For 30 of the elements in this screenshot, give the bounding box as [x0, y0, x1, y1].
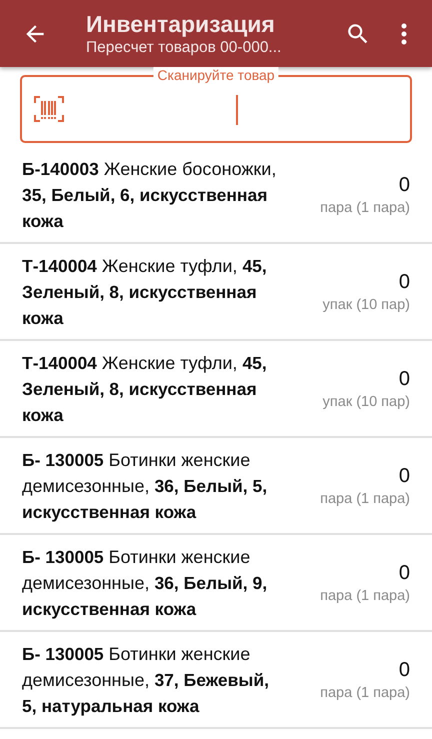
product-description: Т-140004 Женские туфли, 45, Зеленый, 8, искусственная кожа — [22, 254, 268, 330]
barcode-icon — [34, 96, 64, 122]
product-row[interactable]: Б- 130005 Ботинки женские демисезонные, 36, Белый, 9, искусственная кожа 0 пара (1 пара) — [0, 535, 432, 632]
unit-label: пара (1 пара) — [320, 586, 410, 606]
product-description: Б- 130005 Ботинки женские демисезонные, 37, Бежевый, 5, натуральная кожа — [22, 642, 270, 718]
scan-field[interactable]: Сканируйте товар — [20, 67, 412, 143]
unit-label: пара (1 пара) — [320, 198, 410, 218]
product-description: Б- 130005 Ботинки женские демисезонные, 36, Белый, 9, искусственная кожа — [22, 546, 268, 621]
screen-subtitle: Пересчет товаров 00-000... — [86, 38, 282, 58]
product-row[interactable]: Б- 130005 Ботинки женские демисезонные, 37, Бежевый, 5, натуральная кожа 0 пара (1 пара) — [0, 632, 432, 729]
quantity: 0 — [398, 172, 410, 198]
more-icon[interactable] — [401, 22, 407, 44]
unit-label: упак (10 пар) — [322, 296, 410, 314]
screen-title: Инвентаризация — [86, 10, 276, 38]
quantity: 0 — [398, 366, 410, 392]
product-row[interactable]: Б- 130005 Ботинки женские демисезонные, 36, Белый, 5, искусственная кожа 0 пара (1 пара) — [0, 438, 432, 535]
product-row[interactable]: Т-140004 Женские туфли, 45, Зеленый, 8, искусственная кожа 0 упак (10 пар) — [0, 244, 432, 341]
quantity: 0 — [398, 270, 410, 294]
unit-label: пара (1 пара) — [320, 490, 410, 508]
product-description: Б- 130005 Ботинки женские демисезонные, 36, Белый, 5, искусственная кожа — [22, 448, 268, 524]
quantity: 0 — [398, 560, 410, 586]
product-description: Б-140003 Женские босоножки, 35, Белый, 6, искусственная кожа — [22, 158, 278, 232]
unit-label: пара (1 пара) — [320, 684, 410, 702]
product-description: Т-140004 Женские туфли, 45, Зеленый, 8, искусственная кожа — [22, 352, 268, 426]
quantity: 0 — [398, 464, 410, 488]
scan-field-label: Сканируйте товар — [153, 67, 279, 83]
quantity: 0 — [398, 658, 410, 682]
product-row[interactable]: Т-140004 Женские туфли, 45, Зеленый, 8, искусственная кожа 0 упак (10 пар) — [0, 341, 432, 438]
unit-label: упак (10 пар) — [322, 392, 410, 412]
product-row[interactable]: Б-140003 Женские босоножки, 35, Белый, 6, искусственная кожа 0 пара (1 пара) — [0, 147, 432, 244]
